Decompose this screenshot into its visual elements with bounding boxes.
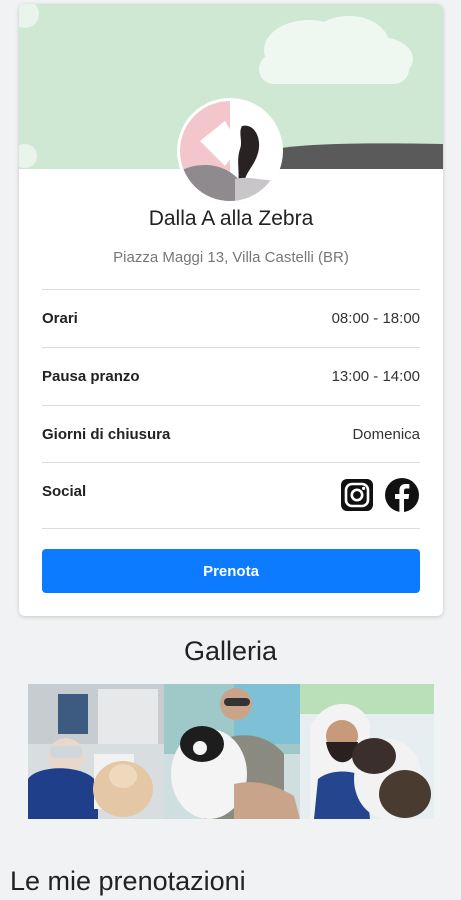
social-label: Social bbox=[42, 483, 87, 500]
closing-days-label: Giorni di chiusura bbox=[42, 426, 171, 443]
photo-gallery bbox=[28, 684, 434, 819]
instagram-icon[interactable] bbox=[340, 478, 374, 512]
facebook-icon[interactable] bbox=[384, 477, 420, 513]
business-logo bbox=[180, 101, 280, 201]
my-bookings-title: Le mie prenotazioni bbox=[10, 866, 246, 896]
gallery-photo[interactable] bbox=[300, 684, 434, 819]
business-address: Piazza Maggi 13, Villa Castelli (BR) bbox=[113, 249, 349, 266]
business-name: Dalla A alla Zebra bbox=[148, 207, 314, 230]
divider bbox=[42, 528, 420, 529]
info-row-social: Social bbox=[42, 463, 420, 527]
gallery-title: Galleria bbox=[183, 636, 278, 666]
gallery-photo[interactable] bbox=[164, 684, 300, 819]
info-row-lunch-break: Pausa pranzo 13:00 - 14:00 bbox=[42, 348, 420, 405]
gallery-photo[interactable] bbox=[28, 684, 164, 819]
closing-days-value: Domenica bbox=[352, 426, 420, 443]
info-row-closing-days: Giorni di chiusura Domenica bbox=[42, 406, 420, 463]
social-links bbox=[340, 477, 420, 513]
book-button[interactable]: Prenota bbox=[42, 549, 420, 593]
info-row-hours: Orari 08:00 - 18:00 bbox=[42, 290, 420, 347]
business-card: Dalla A alla Zebra Piazza Maggi 13, Vill… bbox=[19, 4, 443, 616]
lunch-break-value: 13:00 - 14:00 bbox=[331, 368, 420, 385]
hours-label: Orari bbox=[42, 310, 78, 327]
lunch-break-label: Pausa pranzo bbox=[42, 368, 140, 385]
hours-value: 08:00 - 18:00 bbox=[331, 310, 420, 327]
